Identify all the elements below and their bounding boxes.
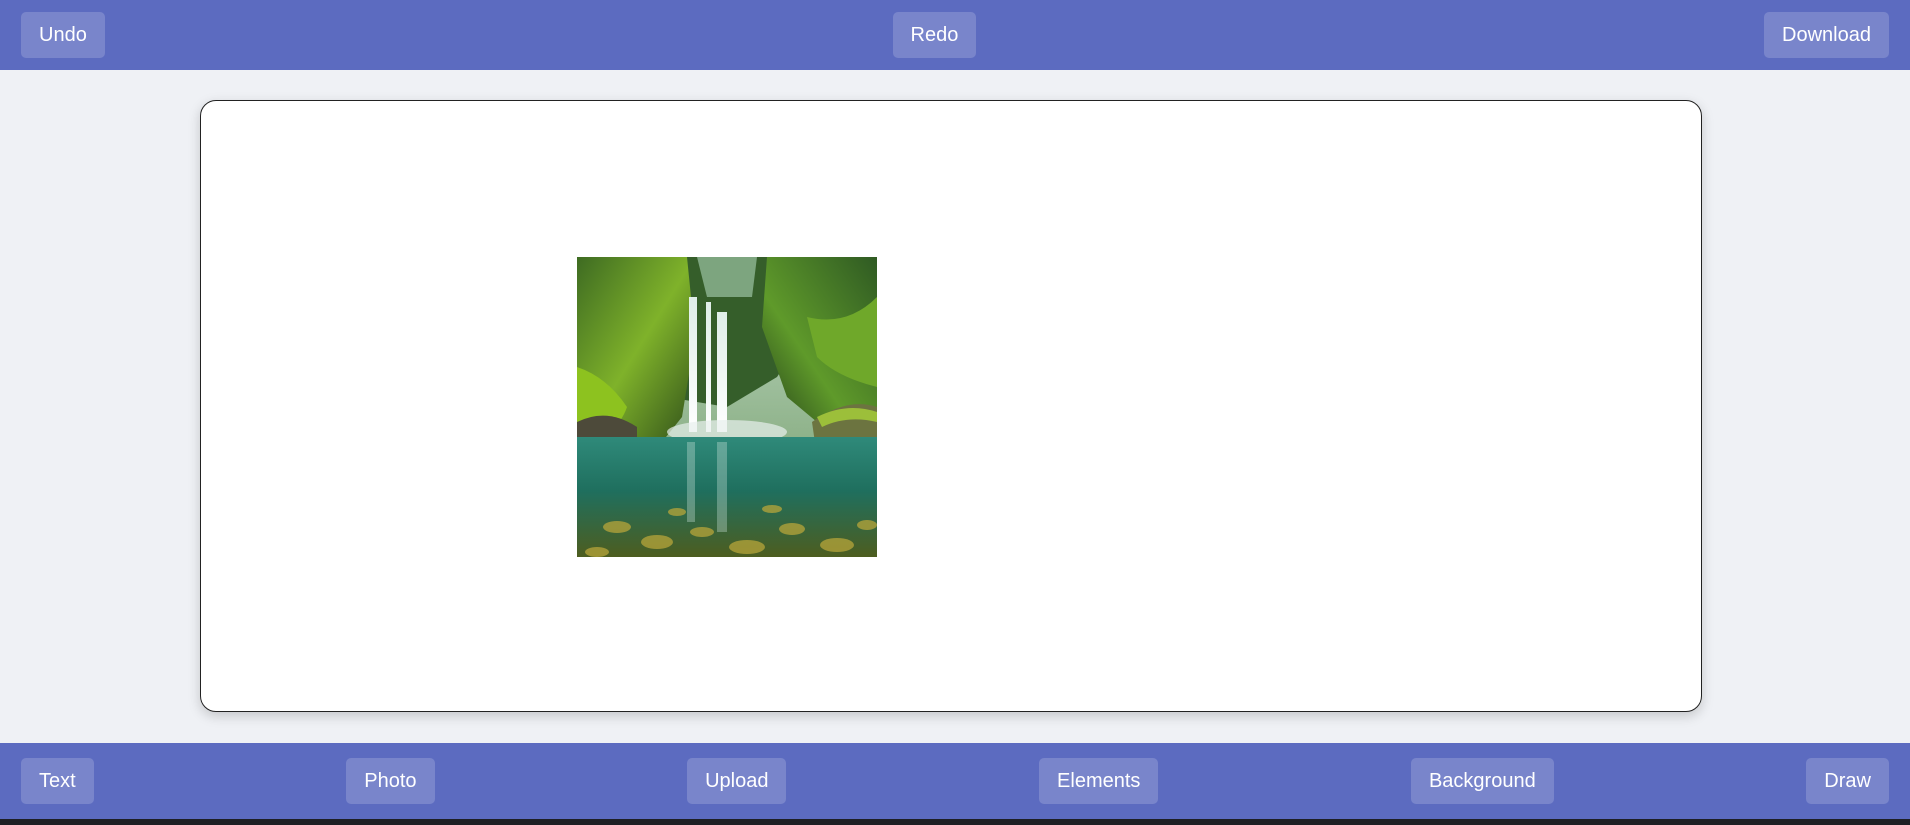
waterfall-photo[interactable] [577, 257, 877, 557]
background-tool-button[interactable]: Background [1410, 758, 1554, 804]
bottom-toolbar: Text Photo Upload Elements Background Dr… [0, 743, 1910, 819]
window-bottom-edge [0, 819, 1910, 825]
download-button[interactable]: Download [1764, 12, 1889, 58]
text-tool-button[interactable]: Text [21, 758, 94, 804]
elements-tool-button[interactable]: Elements [1039, 758, 1159, 804]
waterfall-image [577, 257, 877, 557]
draw-tool-button[interactable]: Draw [1806, 758, 1889, 804]
upload-tool-button[interactable]: Upload [687, 758, 787, 804]
top-toolbar: Undo Redo Download [0, 0, 1910, 70]
photo-tool-button[interactable]: Photo [346, 758, 435, 804]
undo-button[interactable]: Undo [21, 12, 105, 58]
redo-button[interactable]: Redo [892, 12, 977, 58]
design-canvas[interactable] [200, 100, 1702, 712]
